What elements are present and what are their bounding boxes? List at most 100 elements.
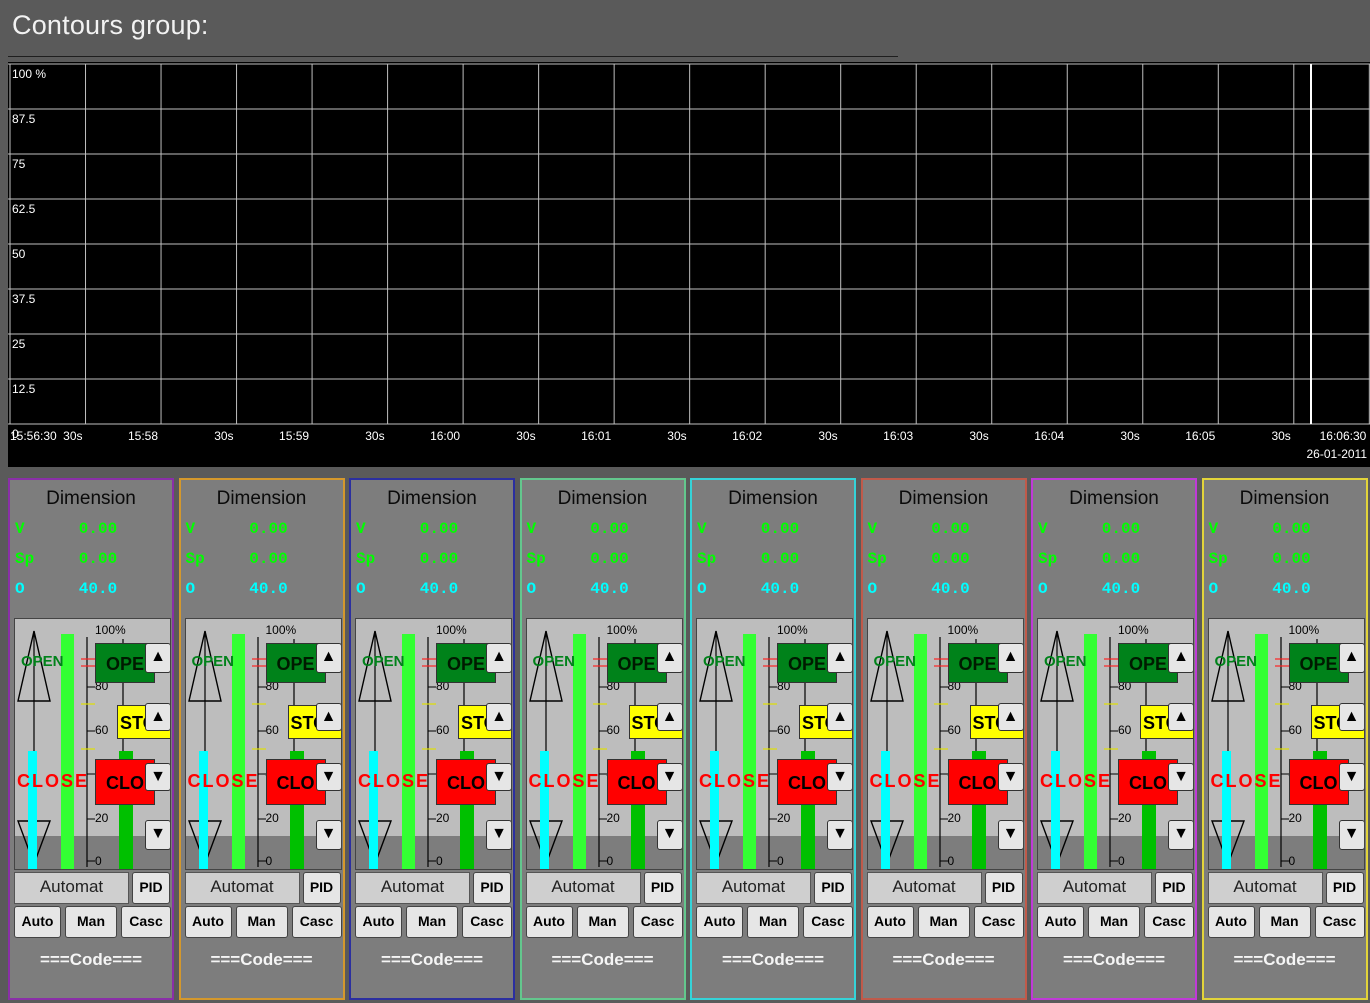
- cascade-button[interactable]: Casc: [1314, 906, 1365, 938]
- mode-display[interactable]: Automat: [14, 872, 129, 904]
- fast-down-button[interactable]: ▼: [1338, 820, 1364, 850]
- fast-down-button[interactable]: ▼: [997, 820, 1023, 850]
- fast-up-button[interactable]: ▲: [145, 643, 170, 673]
- up-button[interactable]: ▲: [145, 703, 170, 731]
- output-bar: [880, 751, 890, 869]
- chevron-down-icon: ▼: [150, 768, 166, 785]
- valve-graph: 100% 80 60 40 20 0 OPEN CLOSE OPE STO CL…: [1037, 618, 1194, 870]
- down-button[interactable]: ▼: [486, 763, 511, 791]
- up-button[interactable]: ▲: [827, 703, 852, 731]
- down-button[interactable]: ▼: [997, 763, 1023, 791]
- auto-button[interactable]: Auto: [355, 906, 402, 938]
- scale-0: 0: [95, 854, 102, 868]
- auto-button[interactable]: Auto: [866, 906, 914, 938]
- sp-label: Sp: [1038, 550, 1058, 568]
- fast-down-button[interactable]: ▼: [315, 820, 341, 850]
- x-tick-label: 16:04: [1034, 429, 1064, 443]
- down-button[interactable]: ▼: [1338, 763, 1364, 791]
- chevron-down-icon: ▼: [661, 768, 678, 785]
- cascade-button[interactable]: Casc: [462, 906, 512, 938]
- fast-up-button[interactable]: ▲: [486, 643, 511, 673]
- scale-0: 0: [947, 854, 955, 868]
- mode-display[interactable]: Automat: [1037, 872, 1152, 904]
- cascade-button[interactable]: Casc: [291, 906, 342, 938]
- y-tick-label: 50: [12, 247, 26, 261]
- manual-button[interactable]: Man: [65, 906, 117, 938]
- scale-60: 60: [1118, 723, 1132, 737]
- up-button[interactable]: ▲: [997, 703, 1023, 731]
- fast-down-button[interactable]: ▼: [1168, 820, 1193, 850]
- scale-20: 20: [777, 811, 791, 825]
- pid-button[interactable]: PID: [473, 872, 511, 904]
- manual-button[interactable]: Man: [917, 906, 970, 938]
- auto-button[interactable]: Auto: [525, 906, 573, 938]
- fast-up-button[interactable]: ▲: [656, 643, 682, 673]
- mode-display[interactable]: Automat: [525, 872, 641, 904]
- y-tick-label: 12.5: [12, 382, 36, 396]
- sp-value: 0.00: [1101, 550, 1141, 568]
- auto-button[interactable]: Auto: [14, 906, 61, 938]
- down-button[interactable]: ▼: [145, 763, 170, 791]
- fast-up-button[interactable]: ▲: [997, 643, 1023, 673]
- cascade-button[interactable]: Casc: [121, 906, 171, 938]
- pid-button[interactable]: PID: [302, 872, 341, 904]
- up-button[interactable]: ▲: [486, 703, 511, 731]
- manual-button[interactable]: Man: [1258, 906, 1311, 938]
- contour-panel: Dimension V 0.00 Sp 0.00 O 40.0 100% 80 …: [519, 478, 686, 1000]
- manual-button[interactable]: Man: [747, 906, 799, 938]
- double-chevron-down-icon: ▼: [1002, 825, 1019, 842]
- fast-up-button[interactable]: ▲: [827, 643, 852, 673]
- fast-down-button[interactable]: ▼: [145, 820, 170, 850]
- pid-button[interactable]: PID: [814, 872, 852, 904]
- v-label: V: [1208, 520, 1219, 538]
- pid-button[interactable]: PID: [1155, 872, 1193, 904]
- double-chevron-up-icon: ▲: [320, 648, 337, 665]
- close-state-label: CLOSE: [869, 771, 942, 791]
- open-state-label: OPEN: [1214, 653, 1258, 670]
- auto-button[interactable]: Auto: [1207, 906, 1255, 938]
- cascade-button[interactable]: Casc: [973, 906, 1024, 938]
- auto-button[interactable]: Auto: [1037, 906, 1084, 938]
- pid-button[interactable]: PID: [984, 872, 1023, 904]
- mode-display[interactable]: Automat: [184, 872, 300, 904]
- sp-label: Sp: [526, 550, 546, 568]
- cascade-button[interactable]: Casc: [1144, 906, 1194, 938]
- up-button[interactable]: ▲: [315, 703, 341, 731]
- mode-display[interactable]: Automat: [355, 872, 470, 904]
- fast-down-button[interactable]: ▼: [486, 820, 511, 850]
- pid-button[interactable]: PID: [132, 872, 170, 904]
- down-button[interactable]: ▼: [656, 763, 682, 791]
- manual-button[interactable]: Man: [235, 906, 288, 938]
- y-tick-label: 75: [12, 157, 26, 171]
- up-button[interactable]: ▲: [1338, 703, 1364, 731]
- up-button[interactable]: ▲: [1168, 703, 1193, 731]
- fast-down-button[interactable]: ▼: [827, 820, 852, 850]
- v-label: V: [867, 520, 878, 538]
- down-button[interactable]: ▼: [1168, 763, 1193, 791]
- scale-100: 100%: [947, 623, 979, 637]
- fast-down-button[interactable]: ▼: [656, 820, 682, 850]
- fast-up-button[interactable]: ▲: [1168, 643, 1193, 673]
- contour-panel: Dimension V 0.00 Sp 0.00 O 40.0 100% 80 …: [1031, 478, 1197, 1000]
- cascade-button[interactable]: Casc: [803, 906, 853, 938]
- mode-display[interactable]: Automat: [1207, 872, 1323, 904]
- pid-button[interactable]: PID: [643, 872, 682, 904]
- down-button[interactable]: ▼: [827, 763, 852, 791]
- manual-button[interactable]: Man: [1088, 906, 1140, 938]
- manual-button[interactable]: Man: [406, 906, 458, 938]
- cascade-button[interactable]: Casc: [632, 906, 683, 938]
- auto-button[interactable]: Auto: [184, 906, 232, 938]
- x-tick-label: 30s: [214, 429, 233, 443]
- fast-up-button[interactable]: ▲: [315, 643, 341, 673]
- y-tick-label: 100 %: [12, 67, 46, 81]
- pid-button[interactable]: PID: [1325, 872, 1364, 904]
- auto-button[interactable]: Auto: [696, 906, 743, 938]
- manual-button[interactable]: Man: [576, 906, 629, 938]
- valve-graph: 100% 80 60 40 20 0 OPEN CLOSE OPE STO CL…: [14, 618, 171, 870]
- down-button[interactable]: ▼: [315, 763, 341, 791]
- mode-display[interactable]: Automat: [696, 872, 811, 904]
- up-button[interactable]: ▲: [656, 703, 682, 731]
- fast-up-button[interactable]: ▲: [1338, 643, 1364, 673]
- output-bar: [539, 751, 549, 869]
- mode-display[interactable]: Automat: [866, 872, 982, 904]
